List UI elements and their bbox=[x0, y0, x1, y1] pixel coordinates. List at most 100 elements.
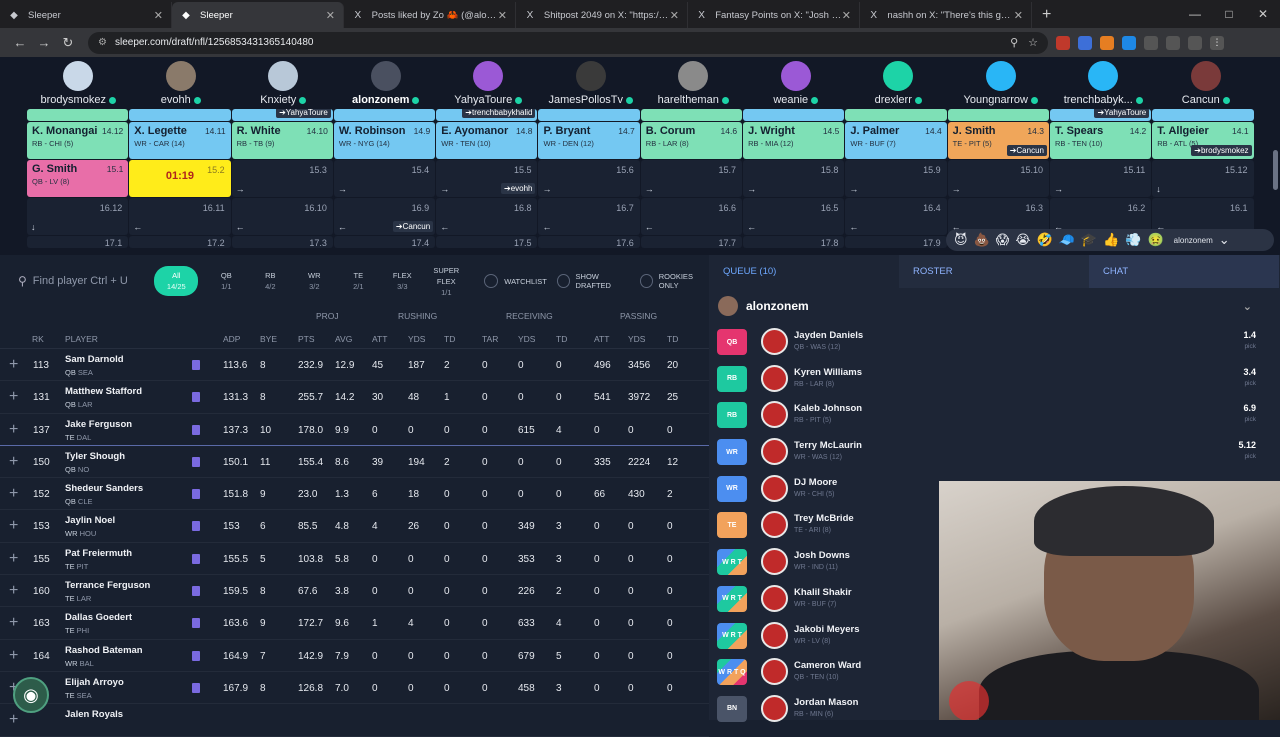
emoji-reaction-icon[interactable]: 👍 bbox=[1103, 232, 1119, 248]
pick-cell[interactable]: 15.4 → bbox=[333, 160, 436, 197]
column-header[interactable]: TD bbox=[444, 334, 455, 344]
puzzle-icon[interactable] bbox=[1166, 35, 1180, 50]
profile-icon[interactable] bbox=[1188, 35, 1202, 50]
pick-cell[interactable]: 15.3 → bbox=[231, 160, 333, 197]
add-to-queue-icon[interactable]: + bbox=[9, 517, 18, 535]
column-header[interactable]: PTS bbox=[298, 334, 315, 344]
player-name[interactable]: Rashod Bateman bbox=[65, 645, 143, 656]
manager-column[interactable]: JamesPollosTv bbox=[540, 57, 643, 109]
pick-cell[interactable]: 16.10 ← bbox=[231, 198, 333, 235]
browser-tab[interactable]: X Posts liked by Zo 🦀 (@alonzo ✕ bbox=[344, 2, 516, 28]
player-news-icon[interactable] bbox=[192, 424, 200, 435]
pick-cell[interactable]: 15.8 → bbox=[743, 160, 845, 197]
column-header[interactable]: ADP bbox=[223, 334, 240, 344]
column-header[interactable]: TD bbox=[667, 334, 678, 344]
column-header[interactable]: ATT bbox=[594, 334, 609, 344]
filter-tab-super-flex[interactable]: SUPER FLEX 1/1 bbox=[424, 265, 468, 298]
close-window-icon[interactable]: ✕ bbox=[1246, 7, 1280, 21]
table-row[interactable]: +163 Dallas Goedert TE PHI 163.6 9 172.7 9.6 1 4… bbox=[0, 607, 709, 640]
filter-tab-qb[interactable]: QB 1/1 bbox=[204, 270, 248, 292]
pick-cell[interactable]: ➔trenchbabykhalid bbox=[436, 109, 538, 121]
player-name[interactable]: Pat Freiermuth bbox=[65, 548, 132, 559]
pick-cell[interactable]: 17.6 bbox=[538, 236, 640, 248]
filter-tab-flex[interactable]: FLEX 3/3 bbox=[380, 270, 424, 292]
tab-chat[interactable]: CHAT bbox=[1089, 255, 1279, 288]
column-header[interactable]: PLAYER bbox=[65, 334, 98, 344]
zoom-icon[interactable]: ⚲ bbox=[1010, 36, 1018, 49]
pick-cell[interactable] bbox=[1152, 109, 1254, 121]
player-news-icon[interactable] bbox=[192, 521, 200, 532]
board-scrollbar[interactable] bbox=[1273, 150, 1278, 190]
manager-column[interactable]: Youngnarrow bbox=[950, 57, 1053, 109]
browser-tab[interactable]: X Fantasy Points on X: "Josh Dow ✕ bbox=[688, 2, 860, 28]
extension-icon[interactable] bbox=[1100, 35, 1114, 50]
manager-column[interactable]: brodysmokez bbox=[27, 57, 130, 109]
player-news-icon[interactable] bbox=[192, 489, 200, 500]
table-row[interactable]: +155 Pat Freiermuth TE PIT 155.5 5 103.8 5.8 0 0… bbox=[0, 543, 709, 576]
add-to-queue-icon[interactable]: + bbox=[9, 453, 18, 471]
pick-cell[interactable] bbox=[333, 109, 436, 121]
cookie-settings-icon[interactable]: ◉ bbox=[13, 677, 49, 713]
close-icon[interactable]: ✕ bbox=[498, 9, 507, 22]
pick-cell[interactable] bbox=[129, 109, 231, 121]
bookmark-star-icon[interactable]: ☆ bbox=[1028, 36, 1038, 49]
table-row[interactable]: +113 Sam Darnold QB SEA 113.6 8 232.9 12.9 45 18… bbox=[0, 349, 709, 382]
close-icon[interactable]: ✕ bbox=[842, 9, 851, 22]
manager-column[interactable]: hareltheman bbox=[642, 57, 745, 109]
pick-cell[interactable]: 16.4 ← bbox=[845, 198, 947, 235]
pick-cell[interactable]: 17.5 bbox=[436, 236, 538, 248]
pick-cell[interactable] bbox=[640, 109, 743, 121]
pick-cell[interactable]: J. Wright 14.5 RB - MIA (12) bbox=[743, 122, 845, 159]
on-the-clock-cell[interactable]: 01:19 15.2 bbox=[129, 160, 231, 197]
column-header[interactable]: BYE bbox=[260, 334, 277, 344]
browser-tab[interactable]: ◆ Sleeper ✕ bbox=[0, 2, 172, 28]
tab-q[interactable]: QUEUE (10) bbox=[709, 255, 899, 288]
filter-tab-wr[interactable]: WR 3/2 bbox=[292, 270, 336, 292]
pick-cell[interactable]: 16.8 ← bbox=[436, 198, 538, 235]
column-header[interactable]: TAR bbox=[482, 334, 498, 344]
add-to-queue-icon[interactable]: + bbox=[9, 614, 18, 632]
pick-cell[interactable]: P. Bryant 14.7 WR - DEN (12) bbox=[538, 122, 640, 159]
player-name[interactable]: Jake Ferguson bbox=[65, 419, 132, 430]
pick-cell[interactable] bbox=[743, 109, 845, 121]
pick-cell[interactable]: W. Robinson 14.9 WR - NYG (14) bbox=[333, 122, 436, 159]
pick-cell[interactable]: B. Corum 14.6 RB - LAR (8) bbox=[640, 122, 743, 159]
player-news-icon[interactable] bbox=[192, 360, 200, 370]
manager-column[interactable]: YahyaToure bbox=[437, 57, 540, 109]
player-name[interactable]: Terrance Ferguson bbox=[65, 580, 150, 591]
player-name[interactable]: Matthew Stafford bbox=[65, 386, 142, 397]
pick-cell[interactable]: 16.6 ← bbox=[640, 198, 743, 235]
pick-cell[interactable]: 16.7 ← bbox=[538, 198, 640, 235]
emoji-reaction-icon[interactable]: 💩 bbox=[974, 232, 990, 248]
browser-tab[interactable]: X Shitpost 2049 on X: "https://t.c ✕ bbox=[516, 2, 688, 28]
tab-ros[interactable]: ROSTER bbox=[899, 255, 1089, 288]
add-to-queue-icon[interactable]: + bbox=[9, 711, 18, 729]
roster-row[interactable]: RB Kyren Williams RB - LAR (8) 3.4 pick bbox=[709, 361, 1280, 398]
column-header[interactable]: YDS bbox=[518, 334, 535, 344]
pick-cell[interactable] bbox=[538, 109, 640, 121]
pick-cell[interactable]: 17.2 bbox=[129, 236, 231, 248]
pick-cell[interactable]: 15.11 → bbox=[1049, 160, 1152, 197]
player-name[interactable]: Elijah Arroyo bbox=[65, 677, 124, 688]
player-name[interactable]: Tyler Shough bbox=[65, 451, 125, 462]
column-header[interactable]: ATT bbox=[372, 334, 387, 344]
pick-cell[interactable]: J. Palmer 14.4 WR - BUF (7) bbox=[845, 122, 947, 159]
manager-column[interactable]: drexlerr bbox=[847, 57, 950, 109]
emoji-reaction-icon[interactable]: 🤣 bbox=[1037, 232, 1053, 248]
table-row[interactable]: +164 Rashod Bateman WR BAL 164.9 7 142.9 7.9 0 0… bbox=[0, 640, 709, 672]
add-to-queue-icon[interactable]: + bbox=[9, 356, 18, 374]
add-to-queue-icon[interactable]: + bbox=[9, 421, 18, 439]
emoji-reaction-icon[interactable]: 😈 bbox=[954, 232, 968, 248]
minimize-icon[interactable]: — bbox=[1178, 7, 1212, 21]
pick-cell[interactable]: R. White 14.10 RB - TB (9) bbox=[231, 122, 333, 159]
table-row[interactable]: +150 Tyler Shough QB NO 150.1 11 155.4 8.6 39 19… bbox=[0, 446, 709, 479]
player-news-icon[interactable] bbox=[192, 650, 200, 661]
roster-row[interactable]: WR Terry McLaurin WR - WAS (12) 5.12 pick bbox=[709, 434, 1280, 471]
emoji-reaction-icon[interactable]: 🧢 bbox=[1059, 232, 1075, 248]
browser-tab[interactable]: Xnashh on X: "There's this guy w ✕ bbox=[860, 2, 1032, 28]
pick-cell[interactable]: 17.9 bbox=[845, 236, 947, 248]
pick-cell[interactable]: 16.12 ↓ bbox=[27, 198, 129, 235]
column-header[interactable]: RK bbox=[32, 334, 44, 344]
pick-cell[interactable]: ➔YahyaToure bbox=[231, 109, 333, 121]
player-name[interactable]: Dallas Goedert bbox=[65, 612, 132, 623]
